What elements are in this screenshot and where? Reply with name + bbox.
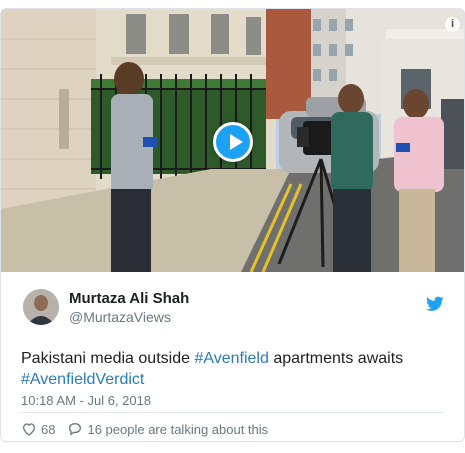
author-name[interactable]: Murtaza Ali Shah xyxy=(69,290,189,307)
play-button[interactable] xyxy=(213,122,253,162)
like-count: 68 xyxy=(41,421,56,437)
avatar-image xyxy=(23,289,59,325)
tweet-text: Pakistani media outside #Avenfield apart… xyxy=(21,348,451,390)
play-icon xyxy=(230,134,243,150)
info-icon[interactable]: i xyxy=(445,17,460,32)
author-handle[interactable]: @MurtazaViews xyxy=(69,309,171,325)
avatar[interactable] xyxy=(23,289,59,325)
tweet-actions: 68 16 people are talking about this xyxy=(21,419,268,439)
heart-icon xyxy=(22,423,36,436)
divider xyxy=(21,412,444,413)
embedded-tweet-card: i Murtaza Ali Shah @MurtazaViews Pakista… xyxy=(0,8,465,442)
speech-bubble-icon xyxy=(69,422,82,436)
hashtag-avenfieldverdict-link[interactable]: #AvenfieldVerdict xyxy=(21,371,144,388)
tweet-timestamp[interactable]: 10:18 AM - Jul 6, 2018 xyxy=(21,393,151,408)
hashtag-avenfield-link[interactable]: #Avenfield xyxy=(194,350,268,367)
talking-text: 16 people are talking about this xyxy=(87,421,269,437)
tweet-text-part: apartments awaits xyxy=(268,350,404,367)
twitter-bird-icon[interactable] xyxy=(426,296,444,312)
like-button[interactable]: 68 xyxy=(21,421,55,437)
tweet-text-part: Pakistani media outside xyxy=(21,350,195,367)
talking-about-link[interactable]: 16 people are talking about this xyxy=(67,421,268,437)
video-thumbnail[interactable]: i xyxy=(1,9,464,272)
